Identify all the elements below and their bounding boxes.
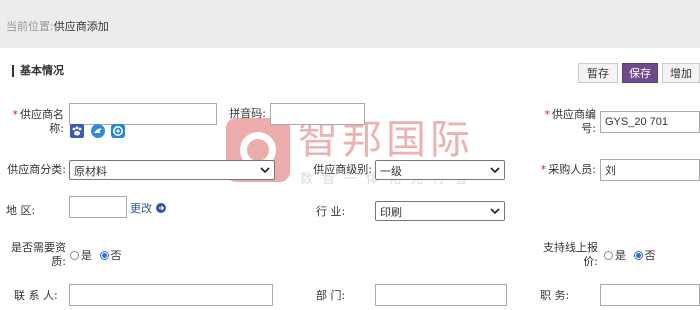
top-bar: 当前位置:供应商添加	[0, 0, 700, 48]
radio-yes[interactable]: 是	[604, 249, 626, 262]
save-button[interactable]: 保存	[622, 63, 658, 83]
needs-qualification-label: 是否需要资 质:	[11, 241, 66, 268]
supplier-level-label: 供应商级别:	[313, 163, 372, 176]
buyer-input[interactable]	[600, 159, 700, 181]
radio-no[interactable]: 否	[633, 249, 656, 262]
industry-label: 行 业:	[316, 205, 346, 218]
arrow-right-circle-icon	[155, 203, 166, 213]
supplier-category-select[interactable]: 原材料	[69, 160, 275, 180]
position-input[interactable]	[600, 284, 700, 306]
region-input[interactable]	[69, 196, 127, 218]
online-quote-radios: 是 否	[604, 247, 656, 263]
breadcrumb-current: 供应商添加	[53, 20, 109, 33]
name-lookup-icons	[70, 124, 128, 138]
breadcrumb: 当前位置:供应商添加	[6, 18, 109, 34]
supplier-name-label: * 供应商名 称:	[12, 108, 65, 135]
radio-yes[interactable]: 是	[70, 249, 92, 262]
department-label: 部 门:	[316, 289, 346, 302]
online-quote-label: 支持线上报 价:	[543, 241, 598, 268]
region-change-link[interactable]: 更改	[130, 200, 166, 216]
buyer-label: * 采购人员:	[540, 163, 596, 176]
pinyin-input[interactable]	[270, 103, 365, 125]
pinyin-label: 拼音码:	[229, 107, 266, 120]
industry-select[interactable]: 印刷	[375, 201, 505, 221]
section-title: 基本情况	[12, 65, 64, 77]
add-button[interactable]: 增加	[662, 63, 700, 83]
bird-icon[interactable]	[90, 124, 105, 138]
paw-icon[interactable]	[70, 124, 84, 138]
department-input[interactable]	[375, 284, 507, 306]
chevron-down-icon	[260, 167, 270, 174]
supplier-level-select[interactable]: 一级	[375, 160, 505, 180]
contact-input[interactable]	[69, 284, 273, 306]
chevron-down-icon	[490, 208, 500, 215]
chevron-down-icon	[490, 167, 500, 174]
supplier-category-label: 供应商分类:	[7, 163, 66, 176]
needs-qualification-radios: 是 否	[70, 247, 122, 263]
region-label: 地 区:	[6, 204, 36, 217]
supplier-name-input[interactable]	[69, 103, 217, 125]
supplier-code-label: * 供应商编 号:	[544, 108, 597, 135]
circle-e-icon[interactable]	[111, 124, 125, 138]
position-label: 职 务:	[540, 289, 570, 302]
breadcrumb-label: 当前位置:	[6, 20, 54, 33]
contact-label: 联 系 人:	[14, 289, 58, 302]
supplier-code-input[interactable]	[600, 111, 700, 133]
draft-button[interactable]: 暂存	[578, 63, 618, 83]
radio-no[interactable]: 否	[99, 249, 122, 262]
